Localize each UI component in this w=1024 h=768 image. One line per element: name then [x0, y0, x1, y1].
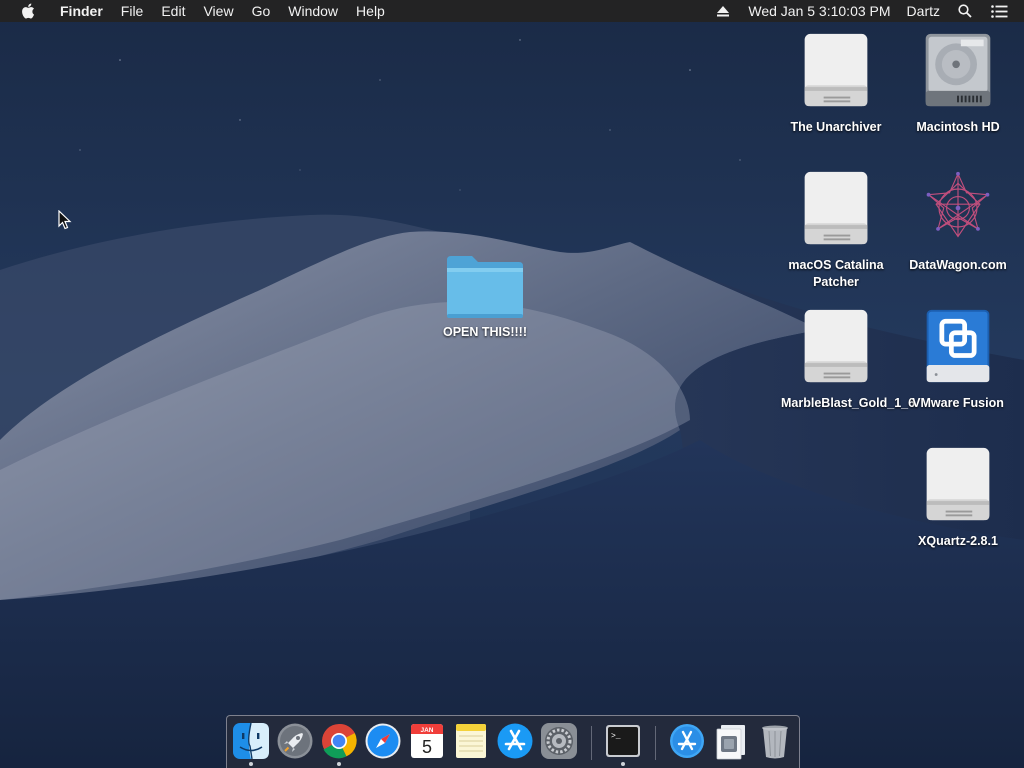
- desktop-folder-open-this[interactable]: OPEN THIS!!!!: [430, 252, 540, 341]
- menu-edit[interactable]: Edit: [152, 0, 194, 22]
- dock: JAN 5 >_: [226, 715, 800, 768]
- desktop-item-macintosh-hd[interactable]: Macintosh HD: [903, 32, 1013, 136]
- desktop-item-the-unarchiver[interactable]: The Unarchiver: [781, 32, 891, 136]
- running-indicator: [249, 762, 253, 766]
- menu-go[interactable]: Go: [243, 0, 280, 22]
- dock-item-trash[interactable]: [756, 722, 794, 760]
- vmware-fusion-icon: [926, 309, 990, 383]
- apple-logo-icon[interactable]: [17, 0, 39, 22]
- chrome-icon: [322, 723, 357, 759]
- dock-separator: [655, 726, 656, 760]
- running-indicator: [621, 762, 625, 766]
- desktop-item-label: macOS Catalina Patcher: [788, 258, 884, 289]
- finder-icon: [233, 722, 269, 760]
- external-drive-icon: [804, 33, 868, 107]
- desktop[interactable]: Finder File Edit View Go Window Help Wed…: [0, 0, 1024, 768]
- launchpad-rocket-icon: [277, 723, 313, 759]
- blue-folder-icon: [447, 256, 523, 318]
- dock-item-chrome[interactable]: [320, 722, 358, 760]
- network-star-logo-icon: [926, 171, 990, 238]
- dock-item-notes[interactable]: [452, 722, 490, 760]
- menu-bar: Finder File Edit View Go Window Help Wed…: [0, 0, 1024, 22]
- spotlight-search-icon[interactable]: [954, 0, 976, 22]
- dock-item-system-preferences[interactable]: [540, 722, 578, 760]
- desktop-item-xquartz[interactable]: XQuartz-2.8.1: [903, 446, 1013, 550]
- menu-clock[interactable]: Wed Jan 5 3:10:03 PM: [740, 0, 898, 22]
- dock-separator: [591, 726, 592, 760]
- external-drive-icon: [804, 171, 868, 245]
- eject-icon[interactable]: [712, 0, 734, 22]
- desktop-item-label: VMware Fusion: [912, 396, 1004, 410]
- desktop-item-label: XQuartz-2.8.1: [918, 534, 998, 548]
- dock-item-app-store[interactable]: [496, 722, 534, 760]
- desktop-item-label: MarbleBlast_Gold_1_6: [781, 396, 916, 410]
- mouse-pointer-icon: [58, 210, 72, 230]
- external-drive-icon: [926, 447, 990, 521]
- desktop-item-marbleblast-gold[interactable]: MarbleBlast_Gold_1_6: [781, 308, 916, 412]
- applications-folder-icon: [670, 724, 704, 758]
- calendar-month: JAN: [420, 727, 433, 734]
- desktop-item-label: OPEN THIS!!!!: [442, 325, 528, 339]
- menu-file[interactable]: File: [112, 0, 153, 22]
- dock-item-applications[interactable]: [668, 722, 706, 760]
- downloads-stack-icon: [716, 725, 745, 760]
- menu-window[interactable]: Window: [279, 0, 347, 22]
- notification-center-icon[interactable]: [988, 0, 1010, 22]
- running-indicator: [337, 762, 341, 766]
- external-drive-icon: [804, 309, 868, 383]
- terminal-icon: >_: [606, 725, 640, 757]
- desktop-item-datawagon[interactable]: DataWagon.com: [903, 170, 1013, 274]
- dock-item-calendar[interactable]: JAN 5: [408, 722, 446, 760]
- calendar-icon: JAN 5: [411, 724, 443, 758]
- desktop-item-label: The Unarchiver: [790, 120, 882, 134]
- internal-hard-drive-icon: [925, 33, 991, 107]
- trash-icon: [762, 725, 788, 759]
- menu-finder[interactable]: Finder: [54, 0, 112, 22]
- notes-icon: [456, 724, 486, 758]
- dock-item-terminal[interactable]: >_: [604, 722, 642, 760]
- safari-compass-icon: [365, 723, 401, 759]
- calendar-day: 5: [422, 737, 432, 757]
- menu-user[interactable]: Dartz: [899, 0, 948, 22]
- dock-item-safari[interactable]: [364, 722, 402, 760]
- gear-icon: [541, 723, 577, 759]
- app-store-icon: [497, 723, 533, 759]
- desktop-item-macos-catalina-patcher[interactable]: macOS Catalina Patcher: [781, 170, 891, 291]
- desktop-item-label: DataWagon.com: [909, 258, 1007, 272]
- dock-item-launchpad[interactable]: [276, 722, 314, 760]
- desktop-item-vmware-fusion[interactable]: VMware Fusion: [903, 308, 1013, 412]
- dock-item-downloads[interactable]: [712, 722, 750, 760]
- dock-item-finder[interactable]: [232, 722, 270, 760]
- menu-help[interactable]: Help: [347, 0, 394, 22]
- menu-view[interactable]: View: [194, 0, 242, 22]
- desktop-item-label: Macintosh HD: [916, 120, 1000, 134]
- terminal-prompt: >_: [611, 732, 621, 741]
